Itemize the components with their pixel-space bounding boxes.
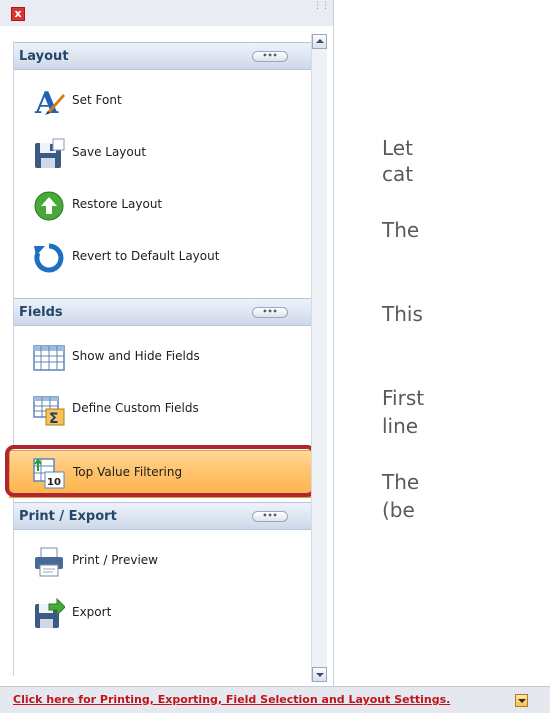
restore-icon <box>34 191 64 221</box>
save-icon <box>35 138 65 168</box>
scroll-down-button[interactable] <box>312 667 327 682</box>
revert-icon <box>34 243 64 273</box>
document-line: (be <box>382 498 415 522</box>
font-icon: A <box>34 86 65 118</box>
list-item-export[interactable]: Export <box>14 588 311 640</box>
list-item-save-layout[interactable]: Save Layout <box>14 128 311 180</box>
document-line: line <box>382 414 419 438</box>
group-header-print-export[interactable]: Print / Export ••• <box>14 502 311 530</box>
list-item-set-font[interactable]: A Set Font <box>14 76 311 128</box>
document-line: Let <box>382 136 413 160</box>
list-item-label: Revert to Default Layout <box>72 249 220 263</box>
document-text-area: Let cat The This First line The (be <box>382 0 550 686</box>
document-line: This <box>382 302 423 326</box>
group-title: Layout <box>19 49 69 64</box>
list-item-restore-layout[interactable]: Restore Layout <box>14 180 311 232</box>
bottom-bar: Click here for Printing, Exporting, Fiel… <box>0 686 550 713</box>
chevron-down-icon[interactable] <box>515 694 528 707</box>
settings-list: Layout ••• A Set Font Save Layout Restor… <box>9 42 312 676</box>
close-button[interactable]: x <box>11 7 25 21</box>
export-icon <box>35 598 65 628</box>
document-line: The <box>382 218 420 242</box>
resize-grip-icon[interactable]: ⋮⋮ <box>313 2 330 18</box>
document-line: The <box>382 470 420 494</box>
sigma-icon: Σ <box>33 396 65 426</box>
list-item-label: Define Custom Fields <box>72 401 199 415</box>
group-header-layout[interactable]: Layout ••• <box>14 42 311 70</box>
group-more-button[interactable]: ••• <box>252 511 288 522</box>
group-title: Fields <box>19 305 63 320</box>
document-line: First <box>382 386 425 410</box>
list-item-revert-layout[interactable]: Revert to Default Layout <box>14 232 311 284</box>
group-title: Print / Export <box>19 509 117 524</box>
panel-title-bar: x ⋮⋮ <box>0 0 333 26</box>
list-item-define-custom-fields[interactable]: Σ Define Custom Fields <box>14 384 311 436</box>
group-more-button[interactable]: ••• <box>252 51 288 62</box>
list-item-label: Save Layout <box>72 145 147 159</box>
list-item-label: Print / Preview <box>72 553 158 567</box>
list-item-label: Restore Layout <box>72 197 163 211</box>
layout-settings-panel: x ⋮⋮ Layout ••• A Set Font Save Layout R… <box>0 0 334 686</box>
list-item-show-hide-fields[interactable]: Show and Hide Fields <box>14 332 311 384</box>
document-line: cat <box>382 162 414 186</box>
printer-icon <box>35 547 63 577</box>
group-header-fields[interactable]: Fields ••• <box>14 298 311 326</box>
table-grid-icon <box>33 345 65 371</box>
list-item-label: Set Font <box>72 93 122 107</box>
scroll-up-button[interactable] <box>312 34 327 49</box>
settings-link[interactable]: Click here for Printing, Exporting, Fiel… <box>13 693 450 706</box>
svg-text:Σ: Σ <box>49 411 59 426</box>
group-more-button[interactable]: ••• <box>252 307 288 318</box>
selection-highlight-frame <box>5 445 316 497</box>
list-item-label: Show and Hide Fields <box>72 349 200 363</box>
vertical-scrollbar[interactable] <box>311 34 327 682</box>
list-item-label: Export <box>72 605 112 619</box>
list-item-print-preview[interactable]: Print / Preview <box>14 536 311 588</box>
